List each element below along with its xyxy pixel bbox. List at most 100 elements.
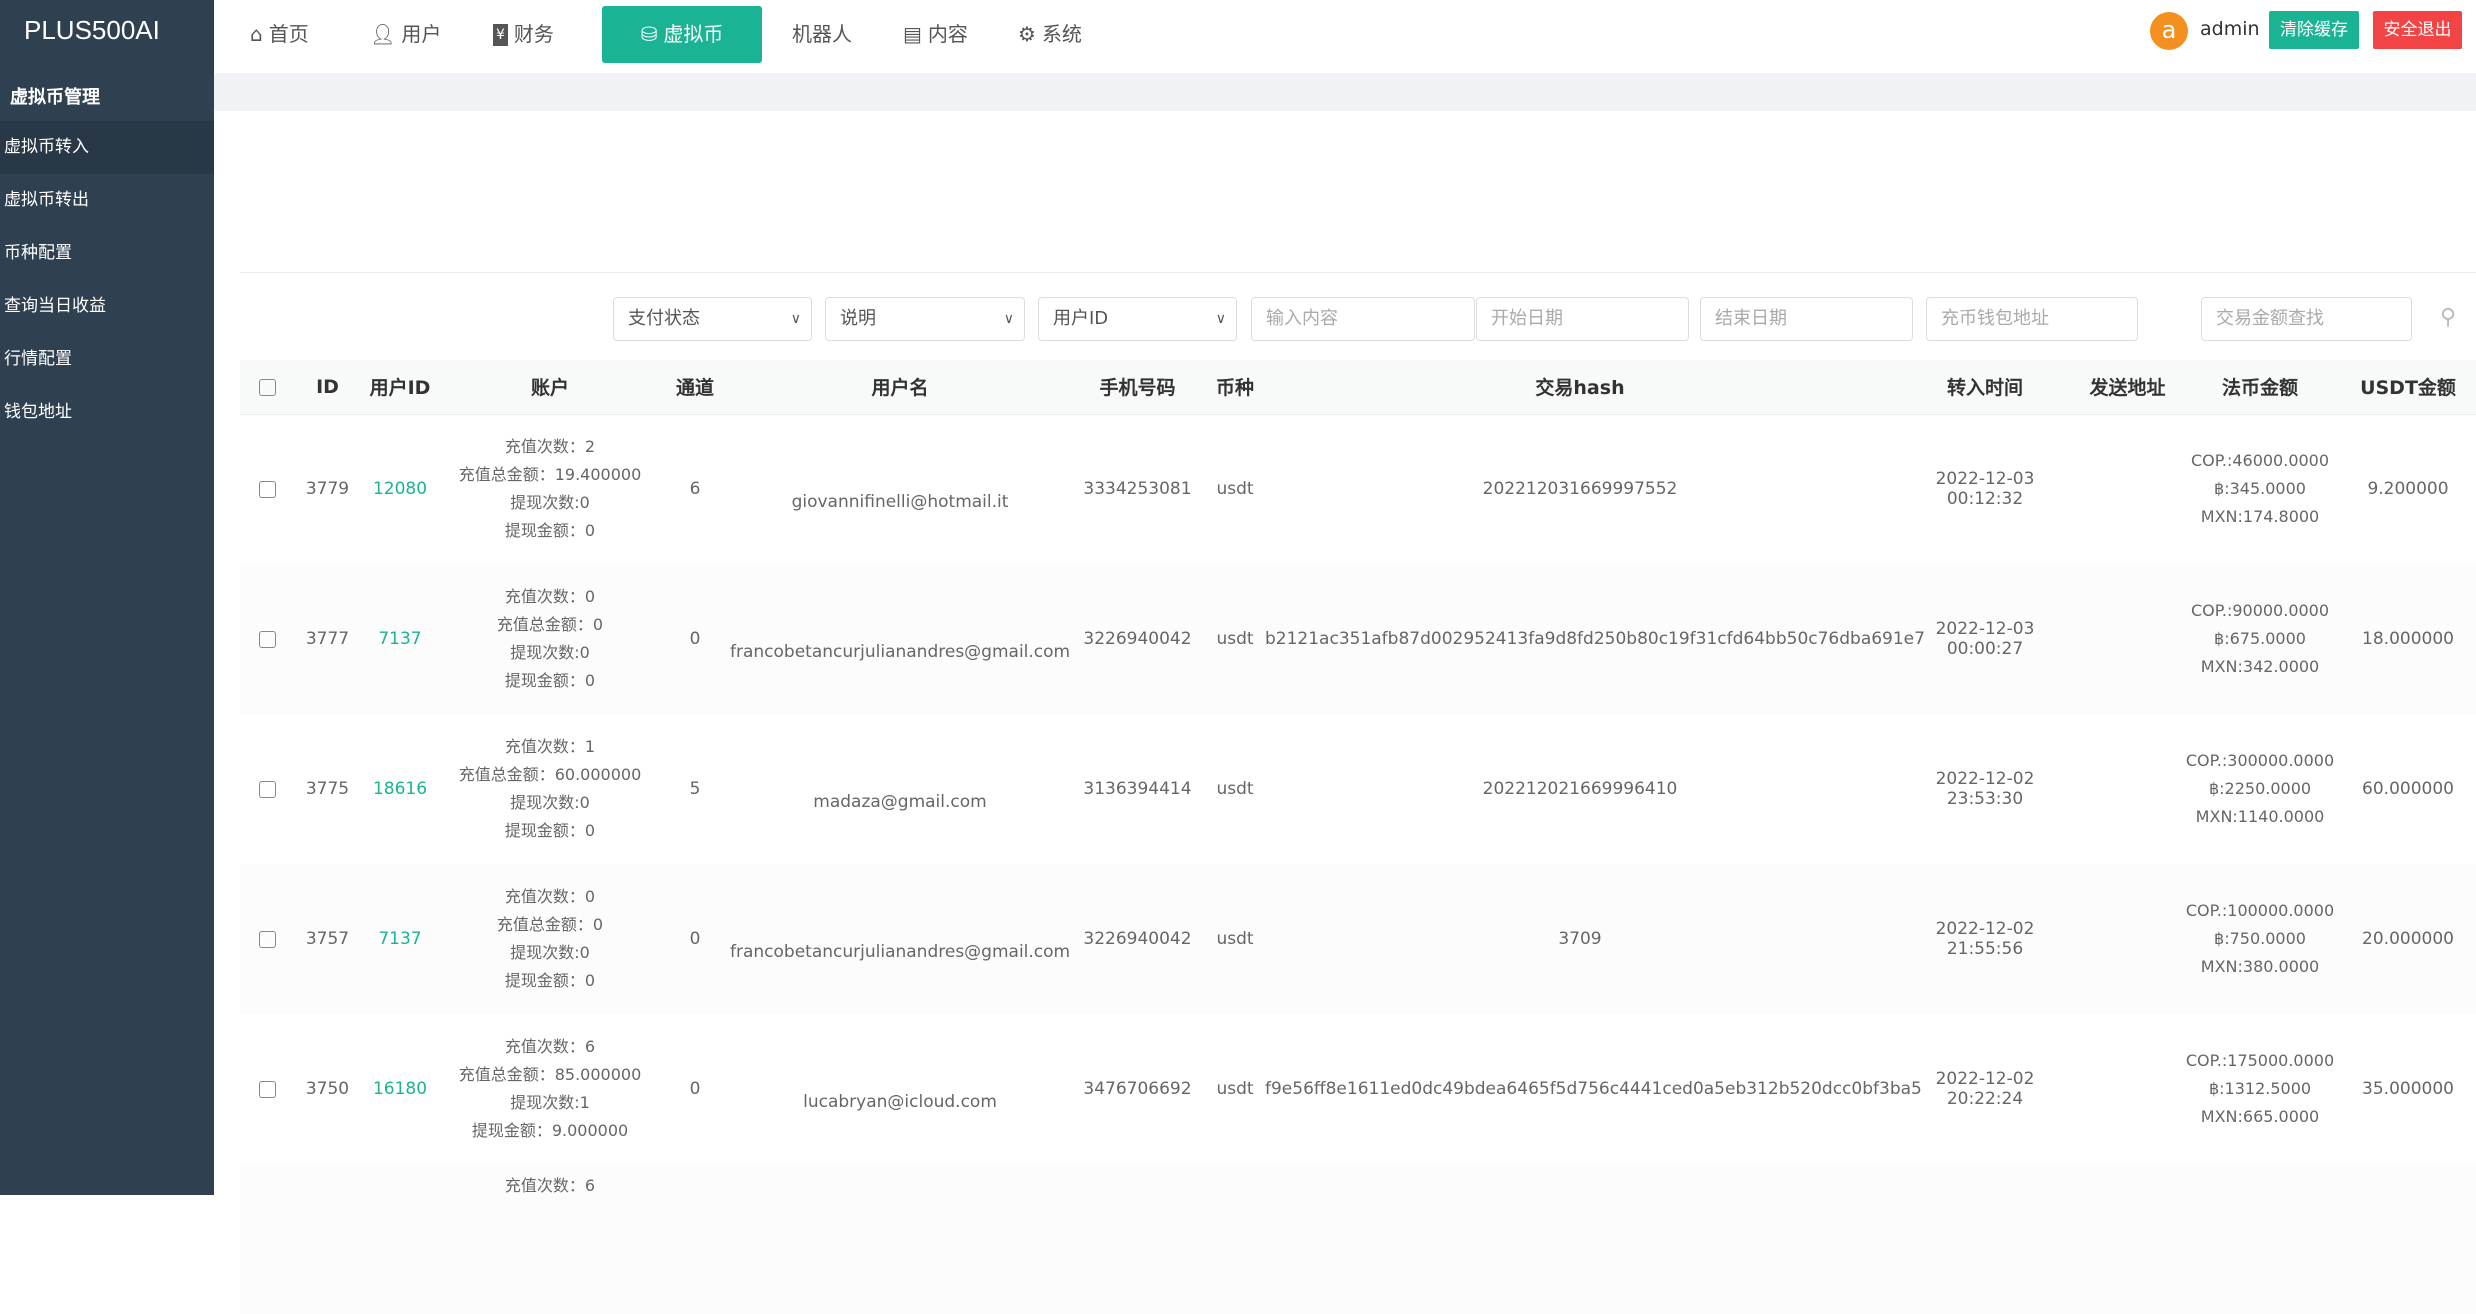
cell-hash: 202212031669997552 bbox=[1482, 479, 1678, 500]
sidebar: PLUS500AI 虚拟币管理 虚拟币转入 虚拟币转出 币种配置 查询当日收益 … bbox=[0, 0, 214, 1195]
end-date-input[interactable]: 结束日期 bbox=[1700, 297, 1913, 341]
cell-channel: 6 bbox=[689, 479, 701, 500]
col-send-address[interactable]: 发送地址 bbox=[2075, 360, 2180, 415]
sidebar-item-crypto-in[interactable]: 虚拟币转入 bbox=[0, 121, 214, 174]
row-checkbox[interactable] bbox=[259, 630, 276, 648]
search-icon[interactable]: ⚲ bbox=[2440, 305, 2456, 330]
clear-cache-button[interactable]: 清除缓存 bbox=[2269, 11, 2359, 49]
content-input[interactable]: 输入内容 bbox=[1251, 297, 1475, 341]
row-checkbox[interactable] bbox=[259, 930, 276, 948]
pay-status-select[interactable]: 支付状态 ∨ bbox=[613, 297, 812, 341]
cell-phone: 3226940042 bbox=[1070, 564, 1205, 714]
sidebar-item-crypto-out[interactable]: 虚拟币转出 bbox=[0, 174, 214, 227]
field-select[interactable]: 用户ID ∨ bbox=[1038, 297, 1237, 341]
cell-user-id-link[interactable]: 7137 bbox=[360, 864, 440, 1014]
chevron-down-icon: ∨ bbox=[790, 311, 801, 327]
table-row: 3750 16180 充值次数：6 充值总金额：85.000000 提现次数:1… bbox=[240, 1014, 2476, 1164]
cell-hash: b2121ac351afb87d002952413fa9d8fd250b80c1… bbox=[1265, 564, 1925, 714]
cell-id: 3779 bbox=[305, 479, 350, 500]
sidebar-section-heading[interactable]: 虚拟币管理 bbox=[0, 75, 214, 121]
sidebar-item-coin-config[interactable]: 币种配置 bbox=[0, 227, 214, 280]
col-id[interactable]: ID bbox=[295, 360, 360, 415]
cell-usdt-amount: 60.000000 bbox=[2362, 779, 2454, 799]
gear-icon: ⚙ bbox=[1018, 22, 1036, 46]
cell-time: 2022-12-02 23:53:30 bbox=[1935, 769, 2035, 809]
cell-phone: 3334253081 bbox=[1083, 479, 1192, 500]
deposit-table: ID 用户ID 账户 通道 用户名 手机号码 币种 交易hash 转入时间 发送… bbox=[240, 360, 2476, 1314]
col-user-id[interactable]: 用户ID bbox=[360, 360, 440, 415]
col-phone[interactable]: 手机号码 bbox=[1070, 360, 1205, 415]
nav-system[interactable]: ⚙ 系统 bbox=[1018, 6, 1082, 63]
cell-fiat-amount: COP.:46000.0000 ฿:345.0000 MXN:174.8000 bbox=[2190, 451, 2330, 527]
cell-coin: usdt bbox=[1216, 479, 1254, 500]
sidebar-item-daily-earnings[interactable]: 查询当日收益 bbox=[0, 280, 214, 333]
sidebar-item-wallet-address[interactable]: 钱包地址 bbox=[0, 386, 214, 439]
nav-robot[interactable]: 机器人 bbox=[792, 6, 852, 63]
database-icon: ⛁ bbox=[640, 22, 658, 46]
cell-hash: f9e56ff8e1611ed0dc49bdea6465f5d756c4441c… bbox=[1265, 1079, 1922, 1099]
nav-home[interactable]: ⌂ 首页 bbox=[250, 6, 309, 63]
nav-finance[interactable]: ¥ 财务 bbox=[493, 6, 554, 63]
select-all-checkbox[interactable] bbox=[259, 378, 276, 396]
cell-phone: 3136394414 bbox=[1083, 779, 1192, 799]
table-row: 3779 12080 充值次数：2 充值总金额：19.400000 提现次数:0… bbox=[240, 414, 2476, 564]
col-channel[interactable]: 通道 bbox=[660, 360, 730, 415]
cell-phone: 3476706692 bbox=[1083, 1079, 1192, 1099]
cell-coin: usdt bbox=[1205, 864, 1265, 1014]
chevron-down-icon: ∨ bbox=[1215, 311, 1226, 327]
table-row: 3777 7137 充值次数：0 充值总金额：0 提现次数:0 提现金额：0 0… bbox=[240, 564, 2476, 714]
cell-fiat-amount: COP.:90000.0000 ฿:675.0000 MXN:342.0000 bbox=[2180, 564, 2340, 714]
nav-users[interactable]: 👤︎ 用户 bbox=[370, 6, 441, 63]
col-hash[interactable]: 交易hash bbox=[1265, 360, 1895, 415]
cell-user-id-link[interactable]: 16180 bbox=[360, 1014, 440, 1164]
cell-send-address bbox=[2075, 864, 2180, 1014]
col-usdt-amount[interactable]: USDT金额 bbox=[2340, 360, 2476, 415]
yen-icon: ¥ bbox=[493, 23, 508, 46]
start-date-input[interactable]: 开始日期 bbox=[1476, 297, 1689, 341]
cell-fiat-amount: COP.:175000.0000 ฿:1312.5000 MXN:665.000… bbox=[2185, 1051, 2335, 1126]
cell-user-id-link[interactable]: 12080 bbox=[360, 414, 440, 564]
nav-crypto[interactable]: ⛁ 虚拟币 bbox=[602, 6, 762, 63]
cell-send-address bbox=[2075, 564, 2180, 714]
table-row: 3775 18616 充值次数：1 充值总金额：60.000000 提现次数:0… bbox=[240, 714, 2476, 864]
cell-time: 2022-12-02 20:22:24 bbox=[1935, 1069, 2035, 1109]
row-checkbox[interactable] bbox=[259, 480, 276, 498]
wallet-address-input[interactable]: 充币钱包地址 bbox=[1926, 297, 2138, 341]
table-row-partial: 充值次数：6 bbox=[240, 1164, 2476, 1314]
note-select[interactable]: 说明 ∨ bbox=[825, 297, 1025, 341]
cell-user-id-link[interactable]: 18616 bbox=[360, 714, 440, 864]
cell-username: francobetancurjulianandres@gmail.com bbox=[730, 564, 1070, 714]
nav-content[interactable]: ▤ 内容 bbox=[903, 6, 968, 63]
col-username[interactable]: 用户名 bbox=[730, 360, 1070, 415]
user-icon: 👤︎ bbox=[370, 22, 396, 46]
avatar[interactable]: a bbox=[2150, 12, 2188, 50]
cell-channel: 0 bbox=[689, 1079, 701, 1099]
sidebar-item-market-config[interactable]: 行情配置 bbox=[0, 333, 214, 386]
logout-button[interactable]: 安全退出 bbox=[2373, 11, 2462, 49]
cell-phone: 3226940042 bbox=[1070, 864, 1205, 1014]
cell-username: giovannifinelli@hotmail.it bbox=[791, 492, 1009, 513]
cell-coin: usdt bbox=[1216, 779, 1254, 799]
cell-usdt-amount: 9.200000 bbox=[2367, 479, 2449, 500]
home-icon: ⌂ bbox=[250, 22, 263, 46]
row-checkbox[interactable] bbox=[259, 1080, 276, 1098]
cell-account: 充值次数：2 充值总金额：19.400000 提现次数:0 提现金额：0 bbox=[458, 437, 642, 541]
cell-coin: usdt bbox=[1216, 1079, 1254, 1099]
chevron-down-icon: ∨ bbox=[1003, 311, 1014, 327]
cell-user-id-link[interactable]: 7137 bbox=[360, 564, 440, 714]
amount-search-input[interactable]: 交易金额查找 bbox=[2201, 297, 2412, 341]
username-label[interactable]: admin bbox=[2200, 18, 2260, 40]
cell-account: 充值次数：6 bbox=[440, 1164, 660, 1314]
cell-id: 3777 bbox=[295, 564, 360, 714]
cell-account: 充值次数：0 充值总金额：0 提现次数:0 提现金额：0 bbox=[440, 564, 660, 714]
col-account[interactable]: 账户 bbox=[440, 360, 660, 415]
col-fiat-amount[interactable]: 法币金额 bbox=[2180, 360, 2340, 415]
row-checkbox[interactable] bbox=[259, 780, 276, 798]
cell-time: 2022-12-03 00:12:32 bbox=[1935, 469, 2035, 510]
cell-username: francobetancurjulianandres@gmail.com bbox=[730, 864, 1070, 1014]
cell-id: 3757 bbox=[295, 864, 360, 1014]
col-coin[interactable]: 币种 bbox=[1205, 360, 1265, 415]
col-time[interactable]: 转入时间 bbox=[1895, 360, 2075, 415]
cell-channel: 0 bbox=[660, 864, 730, 1014]
divider bbox=[240, 272, 2476, 273]
